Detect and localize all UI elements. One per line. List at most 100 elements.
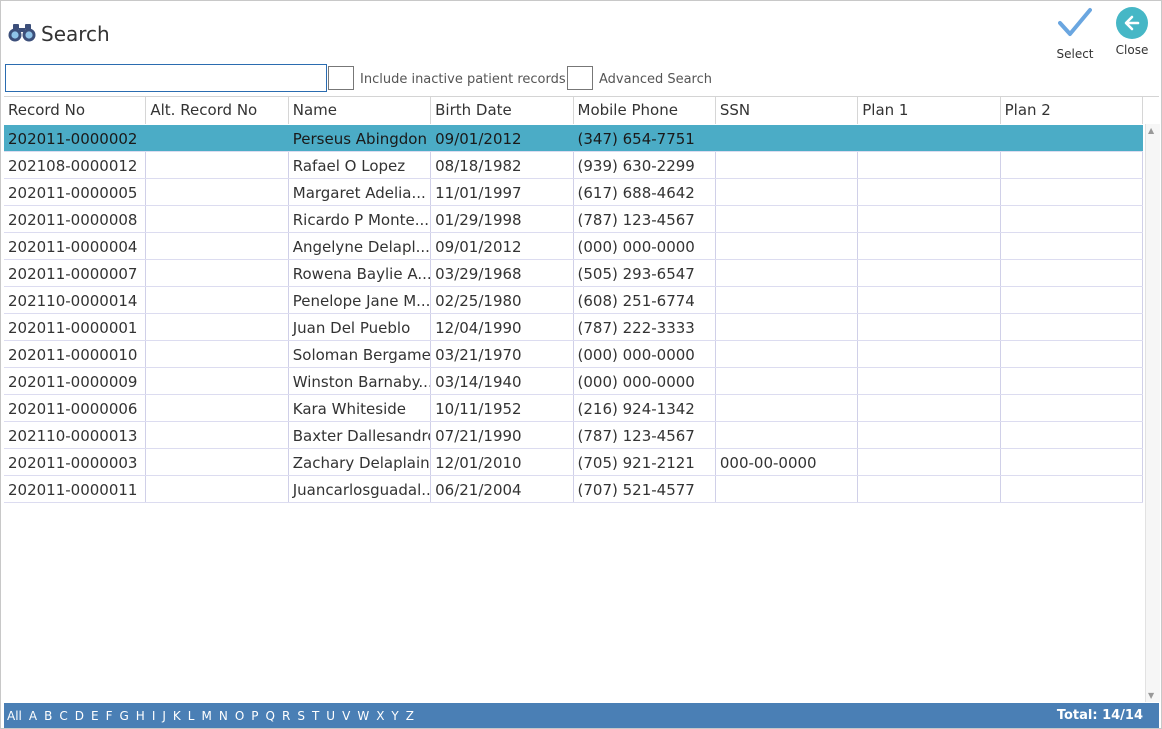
letter-filter-o[interactable]: O [235,709,248,723]
cell-birth-date: 01/29/1998 [431,206,574,232]
letter-filter-k[interactable]: K [173,709,185,723]
cell-ssn [716,422,859,448]
letter-filter-n[interactable]: N [219,709,232,723]
close-button[interactable]: Close [1107,7,1157,61]
cell-birth-date: 07/21/1990 [431,422,574,448]
cell-name: Kara Whiteside [289,395,432,421]
table-row[interactable]: 202110-0000013 Baxter Dallesandro 07/21/19… [4,422,1143,449]
letter-filter-f[interactable]: F [106,709,117,723]
table-row[interactable]: 202110-0000014 Penelope Jane M... 02/25/19… [4,287,1143,314]
select-button-label: Select [1056,47,1094,61]
letter-filter-d[interactable]: D [75,709,88,723]
cell-mobile-phone: (787) 123-4567 [574,206,716,232]
letter-filter-i[interactable]: I [152,709,160,723]
cell-ssn [716,152,859,178]
letter-filter-s[interactable]: S [297,709,309,723]
scroll-up-icon[interactable]: ▲ [1148,126,1154,135]
cell-plan-2 [1001,395,1143,421]
letter-filter-w[interactable]: W [357,709,373,723]
column-header-plan-2[interactable]: Plan 2 [1001,97,1143,124]
cell-alt-record-no [146,233,289,259]
cell-record-no: 202108-0000012 [4,152,147,178]
cell-birth-date: 02/25/1980 [431,287,574,313]
cell-plan-2 [1001,125,1143,151]
cell-birth-date: 08/18/1982 [431,152,574,178]
cell-name: Penelope Jane M... [289,287,432,313]
cell-plan-2 [1001,341,1143,367]
table-row[interactable]: 202011-0000003 Zachary Delaplaine 12/01/20… [4,449,1143,476]
include-inactive-label: Include inactive patient records. [360,72,570,87]
results-grid: Record No Alt. Record No Name Birth Date… [4,96,1160,703]
table-row[interactable]: 202011-0000010 Soloman Bergamel 03/21/1970… [4,341,1143,368]
cell-record-no: 202011-0000002 [4,125,147,151]
cell-name: Juancarlosguadal... [289,476,432,502]
table-row[interactable]: 202011-0000011 Juancarlosguadal... 06/21/2… [4,476,1143,503]
column-header-name[interactable]: Name [289,97,432,124]
letter-filter-a[interactable]: A [29,709,41,723]
table-row[interactable]: 202011-0000008 Ricardo P Monte... 01/29/19… [4,206,1143,233]
table-row[interactable]: 202011-0000001 Juan Del Pueblo 12/04/1990(… [4,314,1143,341]
include-inactive-checkbox[interactable] [328,66,354,90]
letter-filter-v[interactable]: V [342,709,354,723]
cell-name: Zachary Delaplaine [289,449,432,475]
cell-mobile-phone: (505) 293-6547 [574,260,716,286]
cell-record-no: 202011-0000004 [4,233,147,259]
table-row[interactable]: 202108-0000012 Rafael O Lopez 08/18/1982 (9… [4,152,1143,179]
letter-filter-j[interactable]: J [162,709,170,723]
letter-filter-all[interactable]: All [7,709,26,723]
letter-filter-x[interactable]: X [376,709,388,723]
vertical-scrollbar[interactable]: ▲ ▼ [1145,124,1160,702]
table-row[interactable]: 202011-0000009 Winston Barnaby... 03/14/19… [4,368,1143,395]
letter-filter-m[interactable]: M [201,709,215,723]
column-header-mobile-phone[interactable]: Mobile Phone [574,97,716,124]
table-row[interactable]: 202011-0000005 Margaret Adelia... 11/01/19… [4,179,1143,206]
cell-ssn [716,260,859,286]
cell-plan-1 [858,395,1001,421]
cell-ssn [716,287,859,313]
cell-ssn [716,476,859,502]
letter-filter-u[interactable]: U [326,709,339,723]
column-header-ssn[interactable]: SSN [716,97,859,124]
letter-filter-z[interactable]: Z [406,709,418,723]
cell-ssn [716,233,859,259]
cell-ssn [716,314,859,340]
arrow-left-icon [1116,7,1148,39]
letter-filter-r[interactable]: R [282,709,294,723]
binoculars-icon [7,22,37,46]
cell-ssn [716,395,859,421]
scroll-down-icon[interactable]: ▼ [1148,691,1154,700]
letter-filter-b[interactable]: B [44,709,56,723]
letter-filter-p[interactable]: P [251,709,262,723]
cell-ssn [716,341,859,367]
column-header-birth-date[interactable]: Birth Date [431,97,574,124]
letter-filter-c[interactable]: C [59,709,71,723]
letter-filter-h[interactable]: H [136,709,149,723]
cell-plan-2 [1001,314,1143,340]
select-button[interactable]: Select [1050,7,1100,61]
column-header-alt-record-no[interactable]: Alt. Record No [146,97,289,124]
table-row[interactable]: 202011-0000004 Angelyne Delapl... 09/01/20… [4,233,1143,260]
letter-filter-e[interactable]: E [91,709,103,723]
cell-plan-1 [858,422,1001,448]
column-header-record-no[interactable]: Record No [4,97,147,124]
cell-plan-1 [858,287,1001,313]
letter-filter-t[interactable]: T [312,709,323,723]
letter-filter-q[interactable]: Q [266,709,279,723]
cell-alt-record-no [146,449,289,475]
column-header-plan-1[interactable]: Plan 1 [858,97,1001,124]
cell-name: Winston Barnaby... [289,368,432,394]
letter-filter-y[interactable]: Y [391,709,402,723]
search-input[interactable] [5,64,327,92]
letter-filter-l[interactable]: L [188,709,199,723]
table-row[interactable]: 202011-0000002 Perseus Abingdon 09/01/2012… [4,125,1143,152]
cell-mobile-phone: (000) 000-0000 [574,341,716,367]
cell-alt-record-no [146,206,289,232]
title-text: Search [41,22,110,46]
letter-filter-g[interactable]: G [119,709,132,723]
cell-plan-1 [858,314,1001,340]
table-row[interactable]: 202011-0000007 Rowena Baylie A... 03/29/19… [4,260,1143,287]
advanced-search-checkbox[interactable] [567,66,593,90]
cell-name: Angelyne Delapl... [289,233,432,259]
table-row[interactable]: 202011-0000006 Kara Whiteside 10/11/1952 (2… [4,395,1143,422]
cell-mobile-phone: (000) 000-0000 [574,368,716,394]
